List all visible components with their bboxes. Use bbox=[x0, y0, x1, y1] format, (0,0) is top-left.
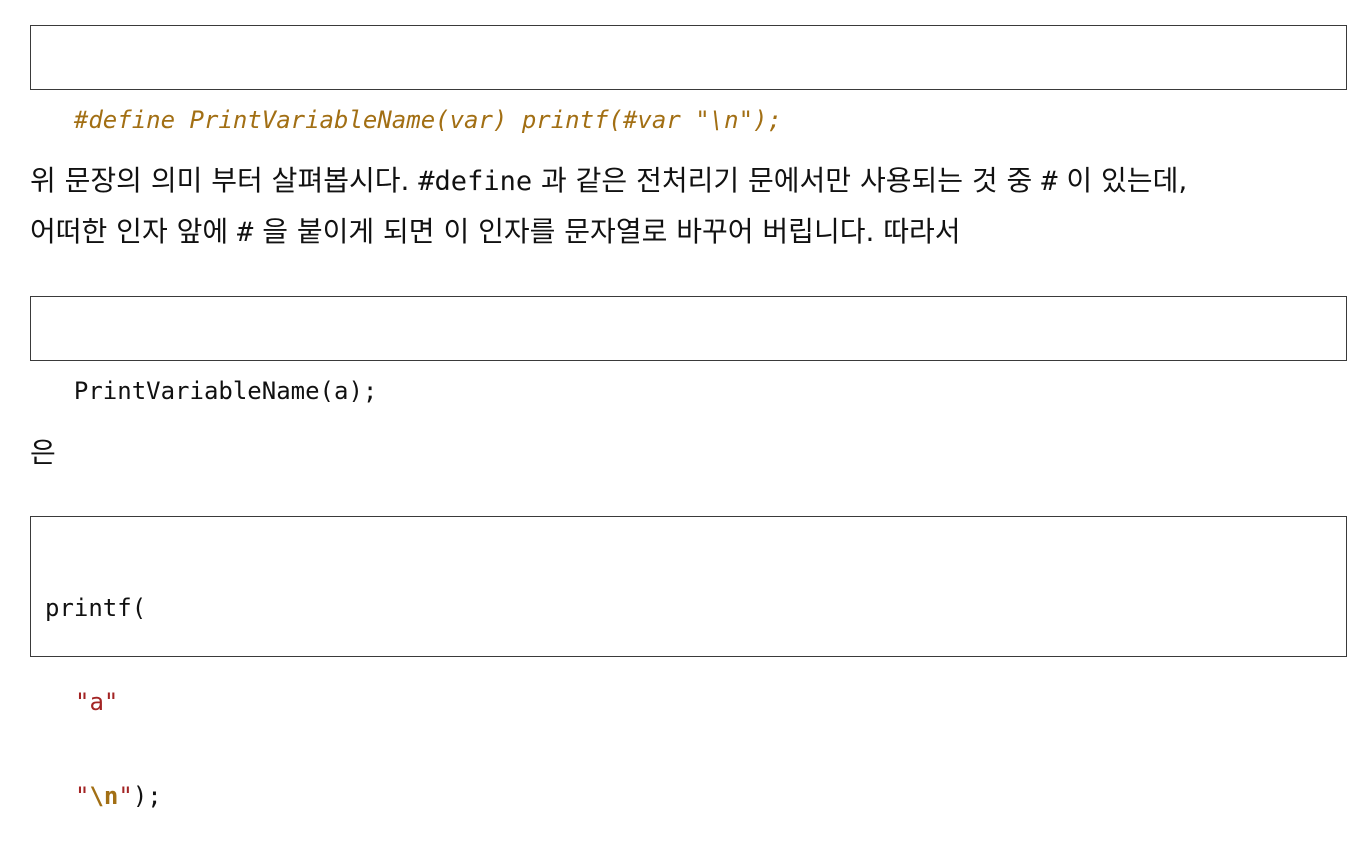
macro-call-code-block: PrintVariableName(a); bbox=[30, 296, 1347, 405]
expanded-code-block: printf( "a" "\n"); bbox=[30, 516, 1347, 810]
inline-code-define: #define bbox=[418, 166, 533, 197]
macro-call-text: PrintVariableName(a); bbox=[73, 377, 378, 405]
macro-definition-code-block: #define PrintVariableName(var) printf(#v… bbox=[30, 25, 1347, 134]
explanation-text: 어떠한 인자 앞에 bbox=[30, 215, 238, 248]
explanation-text: 과 같은 전처리기 문에서만 사용되는 것 중 bbox=[532, 164, 1042, 197]
call-terminator: ); bbox=[132, 782, 162, 810]
connector-paragraph: 은 bbox=[30, 428, 1360, 478]
explanation-text: 을 붙이게 되면 이 인자를 문자열로 바꾸어 버립니다. 따라서 bbox=[253, 215, 961, 248]
explanation-text: 이 있는데, bbox=[1057, 164, 1188, 197]
escape-sequence: \n bbox=[89, 782, 119, 810]
explanation-line-1: 위 문장의 의미 부터 살펴봅시다. #define 과 같은 전처리기 문에서… bbox=[30, 156, 1360, 207]
explanation-paragraph: 위 문장의 의미 부터 살펴봅시다. #define 과 같은 전처리기 문에서… bbox=[30, 156, 1360, 258]
string-quote: " bbox=[118, 782, 133, 810]
explanation-line-2: 어떠한 인자 앞에 # 을 붙이게 되면 이 인자를 문자열로 바꾸어 버립니다… bbox=[30, 207, 1360, 258]
expanded-code-line-2: "a" bbox=[75, 688, 119, 716]
expanded-code-line-3: "\n"); bbox=[45, 777, 1332, 815]
macro-definition-text: #define PrintVariableName(var) printf(#v… bbox=[73, 106, 782, 134]
inline-code-hash: # bbox=[1041, 166, 1058, 197]
expanded-code-line-1: printf( bbox=[45, 594, 147, 622]
string-quote: " bbox=[75, 782, 90, 810]
explanation-text: 위 문장의 의미 부터 살펴봅시다. bbox=[30, 164, 419, 197]
connector-text: 은 bbox=[30, 436, 56, 469]
inline-code-hash: # bbox=[237, 217, 254, 248]
